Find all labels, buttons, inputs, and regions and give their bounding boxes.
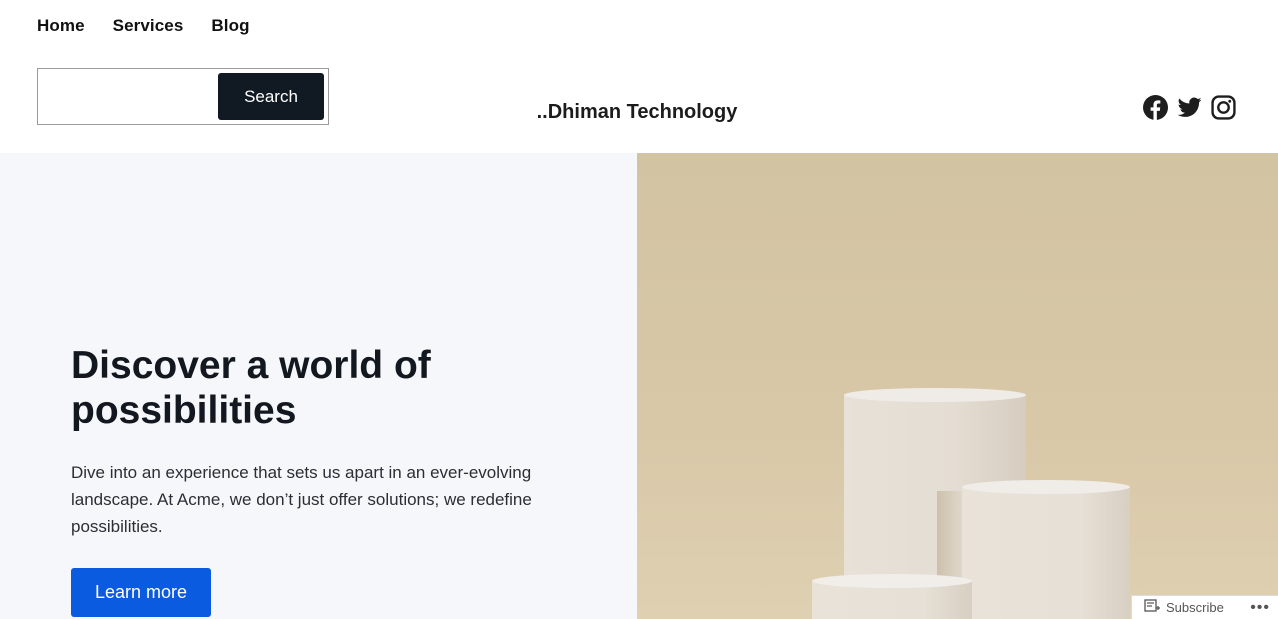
subscribe-bar[interactable]: Subscribe ••• <box>1131 595 1278 619</box>
site-title[interactable]: ..Dhiman Technology <box>0 101 1274 124</box>
social-links <box>1143 95 1236 120</box>
reader-icon <box>1144 599 1160 616</box>
hero-description: Dive into an experience that sets us apa… <box>71 463 532 536</box>
nav-home-link[interactable]: Home <box>37 16 85 36</box>
learn-more-button[interactable]: Learn more <box>71 568 211 617</box>
podiums-image <box>812 388 1130 619</box>
more-options-icon[interactable]: ••• <box>1250 599 1270 617</box>
nav-blog-link[interactable]: Blog <box>211 16 249 36</box>
twitter-icon[interactable] <box>1177 95 1202 120</box>
hero-image <box>637 153 1278 619</box>
subscribe-label[interactable]: Subscribe <box>1166 600 1224 615</box>
instagram-icon[interactable] <box>1211 95 1236 120</box>
facebook-icon[interactable] <box>1143 95 1168 120</box>
hero-title: Discover a world of possibilities <box>71 344 431 432</box>
nav-services-link[interactable]: Services <box>113 16 184 36</box>
top-nav: Home Services Blog <box>37 16 250 36</box>
